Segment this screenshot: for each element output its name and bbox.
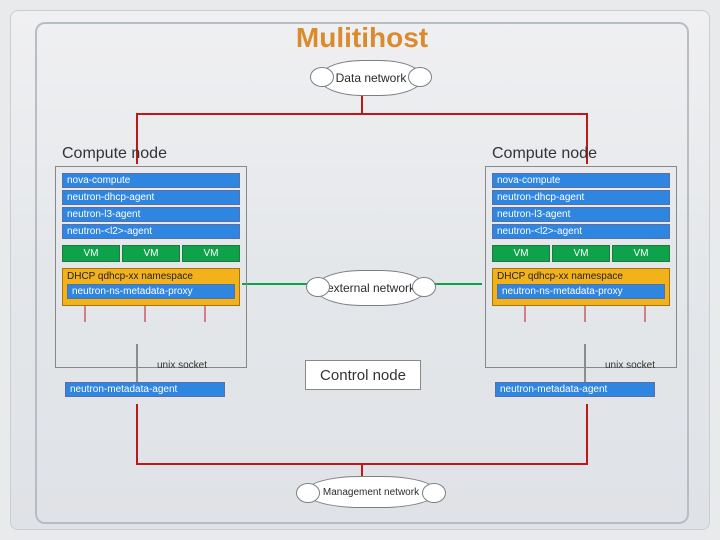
- slide-frame: Mulitihost Data network external ne: [10, 10, 710, 530]
- vm-box: VM: [612, 245, 670, 262]
- control-node-label: Control node: [320, 367, 406, 384]
- compute-node-title: Compute node: [62, 145, 167, 163]
- vm-box: VM: [62, 245, 120, 262]
- vm-row: VM VM VM: [62, 245, 240, 262]
- cloud-label: Data network: [336, 71, 407, 85]
- dhcp-namespace: DHCP qdhcp-xx namespace neutron-ns-metad…: [62, 268, 240, 306]
- control-node: Control node: [305, 360, 421, 390]
- unix-socket-label: unix socket: [157, 360, 207, 371]
- service-item: neutron-l3-agent: [62, 207, 240, 222]
- cloud-management-network: Management network: [305, 476, 437, 508]
- vm-row: VM VM VM: [492, 245, 670, 262]
- compute-node-right: Compute node nova-compute neutron-dhcp-a…: [485, 166, 677, 368]
- vm-box: VM: [182, 245, 240, 262]
- metadata-agent: neutron-metadata-agent: [65, 382, 225, 397]
- vm-box: VM: [492, 245, 550, 262]
- cloud-data-network: Data network: [319, 60, 423, 96]
- service-stack: nova-compute neutron-dhcp-agent neutron-…: [56, 167, 246, 239]
- service-stack: nova-compute neutron-dhcp-agent neutron-…: [486, 167, 676, 239]
- service-item: neutron-dhcp-agent: [62, 190, 240, 205]
- compute-node-title: Compute node: [492, 145, 597, 163]
- cloud-external-network: external network: [315, 270, 427, 306]
- compute-node-left: Compute node nova-compute neutron-dhcp-a…: [55, 166, 247, 368]
- cloud-label: Management network: [323, 487, 419, 498]
- ns-metadata-proxy: neutron-ns-metadata-proxy: [497, 284, 665, 299]
- diagram-title: Mulitihost: [37, 22, 687, 54]
- service-item: neutron-<l2>-agent: [492, 224, 670, 239]
- dhcp-label: DHCP qdhcp-xx namespace: [497, 271, 623, 282]
- service-item: nova-compute: [492, 173, 670, 188]
- service-item: nova-compute: [62, 173, 240, 188]
- metadata-agent: neutron-metadata-agent: [495, 382, 655, 397]
- service-item: neutron-l3-agent: [492, 207, 670, 222]
- dhcp-label: DHCP qdhcp-xx namespace: [67, 271, 193, 282]
- vm-box: VM: [552, 245, 610, 262]
- ns-metadata-proxy: neutron-ns-metadata-proxy: [67, 284, 235, 299]
- unix-socket-label: unix socket: [605, 360, 655, 371]
- service-item: neutron-<l2>-agent: [62, 224, 240, 239]
- diagram-canvas: Mulitihost Data network external ne: [35, 22, 689, 524]
- cloud-label: external network: [327, 281, 415, 295]
- dhcp-namespace: DHCP qdhcp-xx namespace neutron-ns-metad…: [492, 268, 670, 306]
- vm-box: VM: [122, 245, 180, 262]
- service-item: neutron-dhcp-agent: [492, 190, 670, 205]
